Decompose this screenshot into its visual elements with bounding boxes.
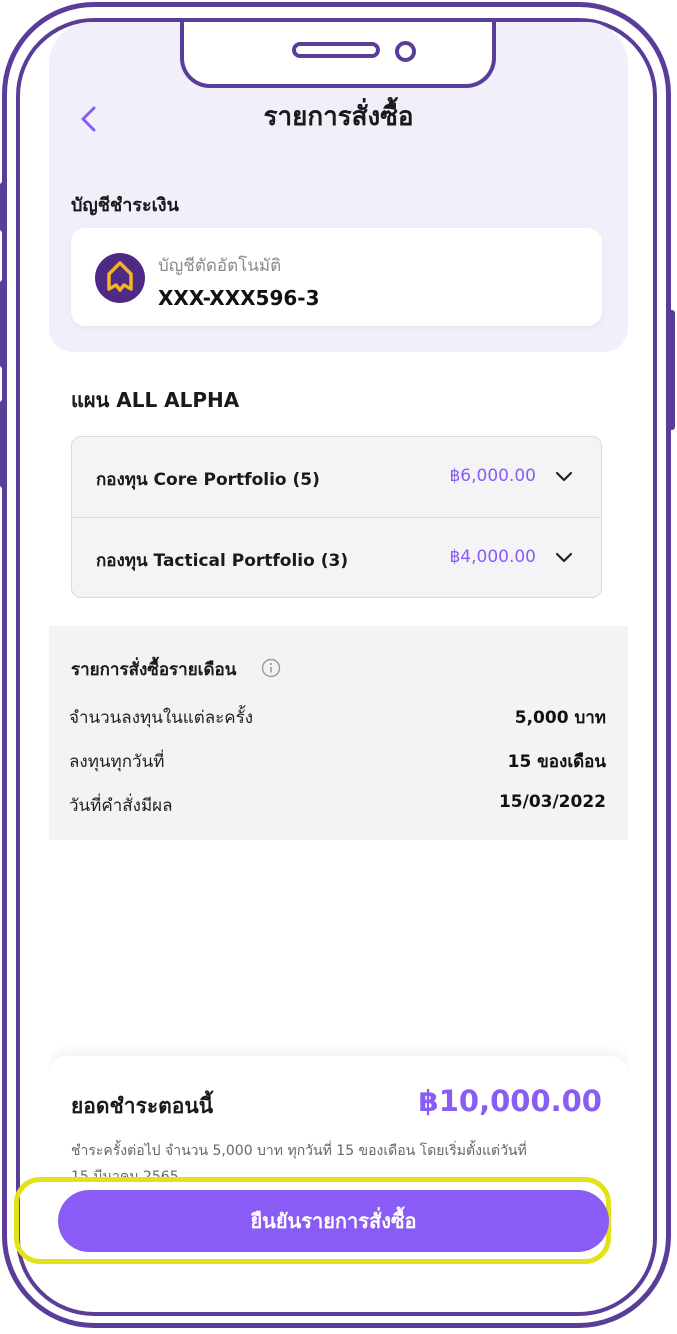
phone-screen: รายการสั่งซื้อ บัญชีชำระเงิน บัญชีตัดอัต… [49, 22, 628, 1282]
speaker-icon [292, 42, 380, 58]
invest-day-value: 15 ของเดือน [507, 752, 606, 772]
fund-amount: ฿4,000.00 [449, 547, 536, 567]
bank-logo-icon [95, 253, 145, 303]
fund-name: กองทุน Core Portfolio (5) [96, 470, 320, 490]
chevron-down-icon[interactable] [554, 548, 574, 568]
pay-now-amount: ฿10,000.00 [418, 1084, 602, 1118]
effective-date-value: 15/03/2022 [498, 792, 606, 812]
info-icon[interactable] [261, 658, 281, 678]
invest-day-label: ลงทุนทุกวันที่ [69, 752, 165, 772]
investment-amount-label: จำนวนลงทุนในแต่ละครั้ง [69, 708, 254, 728]
fund-row-tactical[interactable]: กองทุน Tactical Portfolio (3) ฿4,000.00 [72, 518, 600, 598]
account-type: บัญชีตัดอัตโนมัติ [158, 256, 282, 276]
payment-account-label: บัญชีชำระเงิน [71, 195, 179, 216]
fund-list: กองทุน Core Portfolio (5) ฿6,000.00 กองท… [71, 436, 602, 598]
phone-side-button [0, 400, 7, 488]
phone-side-button [0, 280, 7, 368]
account-number: XXX-XXX596-3 [158, 286, 320, 310]
monthly-order-title: รายการสั่งซื้อรายเดือน [71, 660, 237, 680]
fund-amount: ฿6,000.00 [449, 466, 536, 486]
plan-label: แผน ALL ALPHA [71, 388, 240, 412]
fund-name: กองทุน Tactical Portfolio (3) [96, 551, 349, 571]
monthly-order-section: รายการสั่งซื้อรายเดือน จำนวนลงทุนในแต่ละ… [49, 626, 628, 840]
pay-now-label: ยอดชำระตอนนี้ [71, 1094, 214, 1118]
chevron-down-icon[interactable] [554, 467, 574, 487]
investment-amount-value: 5,000 บาท [514, 708, 606, 728]
phone-notch [180, 22, 496, 88]
fund-row-core[interactable]: กองทุน Core Portfolio (5) ฿6,000.00 [72, 437, 600, 518]
confirm-order-button[interactable]: ยืนยันรายการสั่งซื้อ [58, 1190, 609, 1252]
payment-account-card[interactable]: บัญชีตัดอัตโนมัติ XXX-XXX596-3 [71, 228, 602, 326]
effective-date-label: วันที่คำสั่งมีผล [69, 796, 173, 816]
phone-side-button [668, 310, 675, 430]
phone-side-button [0, 182, 7, 232]
camera-icon [395, 41, 416, 62]
page-title: รายการสั่งซื้อ [263, 102, 414, 132]
next-payment-note-line1: ชำระครั้งต่อไป จำนวน 5,000 บาท ทุกวันที่… [71, 1143, 527, 1159]
